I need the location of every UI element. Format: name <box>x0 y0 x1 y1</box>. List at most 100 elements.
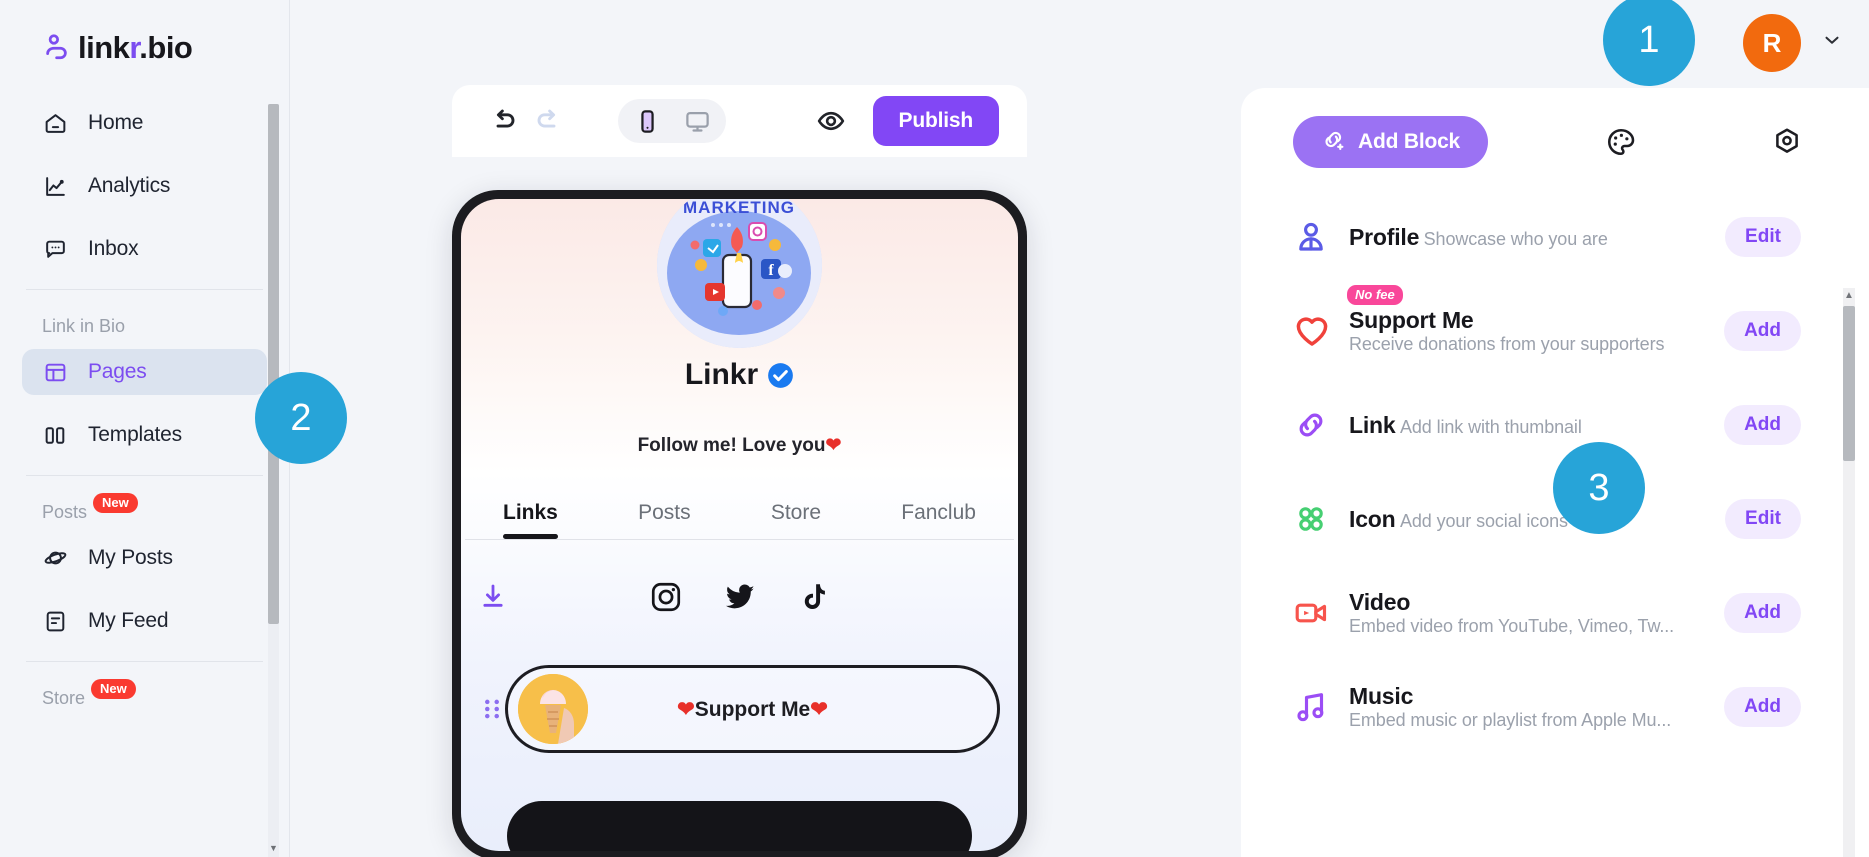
block-row-music[interactable]: Music Embed music or playlist from Apple… <box>1293 660 1869 754</box>
blocks-panel-scrollbar[interactable]: ▲ ▼ <box>1843 288 1855 857</box>
device-toggle[interactable] <box>618 99 726 143</box>
block-text-profile: Profile Showcase who you are <box>1349 224 1725 251</box>
sidebar-group-link-in-bio: Pages Templates <box>0 349 289 458</box>
sidebar-item-my-posts[interactable]: My Posts <box>22 535 267 581</box>
sidebar-item-label: Templates <box>88 423 182 446</box>
heart-emoji-icon: ❤ <box>825 435 842 456</box>
hex-settings-icon[interactable] <box>1764 119 1810 165</box>
drag-handle-dots-icon[interactable] <box>479 696 505 722</box>
block-text-link: Link Add link with thumbnail <box>1349 412 1724 439</box>
sidebar-section-link-in-bio: Link in Bio <box>0 290 289 349</box>
profile-tab-store[interactable]: Store <box>771 501 821 539</box>
sidebar: linkr.bio Home Analytics Inbox Link in B… <box>0 0 290 857</box>
block-action-button[interactable]: Edit <box>1725 499 1801 539</box>
topbar-user-area: R <box>1743 14 1843 72</box>
user-link-logo-icon <box>42 33 72 63</box>
block-desc: Showcase who you are <box>1423 228 1608 249</box>
sidebar-item-analytics[interactable]: Analytics <box>22 163 267 209</box>
profile-next-block-partial[interactable] <box>507 801 972 851</box>
sidebar-item-templates[interactable]: Templates <box>22 412 267 458</box>
undo-arrow-icon[interactable] <box>480 98 526 144</box>
sidebar-item-label: Home <box>88 111 144 134</box>
download-arrow-icon[interactable] <box>479 582 507 615</box>
block-text-video: Video Embed video from YouTube, Vimeo, T… <box>1349 589 1724 637</box>
block-row-profile[interactable]: Profile Showcase who you are Edit <box>1293 190 1869 284</box>
sidebar-scrollbar-thumb[interactable] <box>268 104 279 624</box>
block-row-video[interactable]: Video Embed video from YouTube, Vimeo, T… <box>1293 566 1869 660</box>
sidebar-item-my-feed[interactable]: My Feed <box>22 598 267 644</box>
toolbar-right-group: Publish <box>811 96 999 146</box>
support-me-text: Support Me <box>694 697 811 721</box>
chevron-down-icon[interactable] <box>1821 29 1843 57</box>
block-desc: Add your social icons <box>1399 510 1568 531</box>
profile-display-name: Linkr <box>684 358 759 391</box>
block-desc: Embed music or playlist from Apple Mu... <box>1349 710 1672 730</box>
profile-tab-fanclub[interactable]: Fanclub <box>901 501 976 539</box>
publish-button[interactable]: Publish <box>872 96 999 146</box>
profile-support-me-button[interactable]: ❤Support Me❤ <box>505 665 1000 753</box>
link-plus-icon <box>1321 127 1346 158</box>
block-action-button[interactable]: Add <box>1724 405 1801 445</box>
profile-social-row <box>461 580 1018 619</box>
profile-avatar[interactable]: MARKETING f <box>657 199 822 348</box>
video-camera-icon <box>1293 595 1349 631</box>
block-text-music: Music Embed music or playlist from Apple… <box>1349 683 1724 731</box>
block-text-support-me: No fee Support Me Receive donations from… <box>1347 285 1724 355</box>
brand-logo-wrap[interactable]: linkr.bio <box>0 0 289 66</box>
block-action-button[interactable]: Add <box>1724 593 1801 633</box>
block-action-button[interactable]: Add <box>1724 311 1801 351</box>
block-desc: Receive donations from your supporters <box>1349 334 1665 354</box>
block-title: Link <box>1349 411 1396 438</box>
instagram-icon[interactable] <box>649 580 683 619</box>
block-desc: Add link with thumbnail <box>1399 416 1582 437</box>
svg-text:f: f <box>768 262 774 279</box>
profile-tab-posts[interactable]: Posts <box>638 501 691 539</box>
layout-panel-icon <box>42 359 68 385</box>
add-block-label: Add Block <box>1358 130 1461 153</box>
chart-line-icon <box>42 173 68 199</box>
music-note-icon <box>1293 689 1349 725</box>
mobile-device-icon[interactable] <box>624 103 670 139</box>
columns-icon <box>42 422 68 448</box>
block-row-support-me[interactable]: No fee Support Me Receive donations from… <box>1293 284 1869 378</box>
palette-icon[interactable] <box>1598 119 1644 165</box>
twitter-icon[interactable] <box>723 580 757 619</box>
document-list-icon <box>42 608 68 634</box>
verified-check-icon <box>767 362 794 389</box>
avatar[interactable]: R <box>1743 14 1801 72</box>
sidebar-item-pages[interactable]: Pages <box>22 349 267 395</box>
sidebar-item-label: Pages <box>88 360 147 383</box>
block-title: Icon <box>1349 505 1396 532</box>
block-action-button[interactable]: Edit <box>1725 217 1801 257</box>
section-title: Posts <box>42 502 88 522</box>
person-icon <box>1293 219 1349 255</box>
profile-tabs: Links Posts Store Fanclub <box>461 501 1018 539</box>
sidebar-item-label: My Posts <box>88 546 173 569</box>
redo-arrow-icon[interactable] <box>526 98 572 144</box>
planet-icon <box>42 545 68 571</box>
sidebar-section-store: Store New <box>0 662 289 721</box>
scroll-down-arrow-icon[interactable]: ▼ <box>268 843 279 853</box>
desktop-monitor-icon[interactable] <box>674 103 720 139</box>
add-block-button[interactable]: Add Block <box>1293 116 1489 168</box>
section-title: Link in Bio <box>42 316 126 336</box>
heart-emoji-left-icon: ❤ <box>677 697 695 721</box>
sidebar-scrollbar[interactable]: ▼ <box>268 104 279 857</box>
sidebar-item-home[interactable]: Home <box>22 100 267 146</box>
phone-screen: MARKETING f Linkr Follow me! Love you❤ L… <box>461 199 1018 851</box>
annotation-badge-2: 2 <box>255 372 347 464</box>
annotation-badge-3: 3 <box>1553 442 1645 534</box>
profile-tab-links[interactable]: Links <box>503 501 558 539</box>
blocks-panel-scrollbar-thumb[interactable] <box>1843 306 1855 461</box>
phone-preview-frame: MARKETING f Linkr Follow me! Love you❤ L… <box>452 190 1027 857</box>
scroll-up-arrow-icon[interactable]: ▲ <box>1843 290 1855 301</box>
tiktok-icon[interactable] <box>797 580 831 619</box>
block-action-button[interactable]: Add <box>1724 687 1801 727</box>
blocks-panel-header: Add Block <box>1241 88 1869 190</box>
heart-emoji-right-icon: ❤ <box>810 697 828 721</box>
sidebar-item-inbox[interactable]: Inbox <box>22 226 267 272</box>
home-icon <box>42 110 68 136</box>
eye-preview-icon[interactable] <box>811 101 851 141</box>
section-title: Store <box>42 688 86 708</box>
sidebar-group-posts: My Posts My Feed <box>0 535 289 644</box>
